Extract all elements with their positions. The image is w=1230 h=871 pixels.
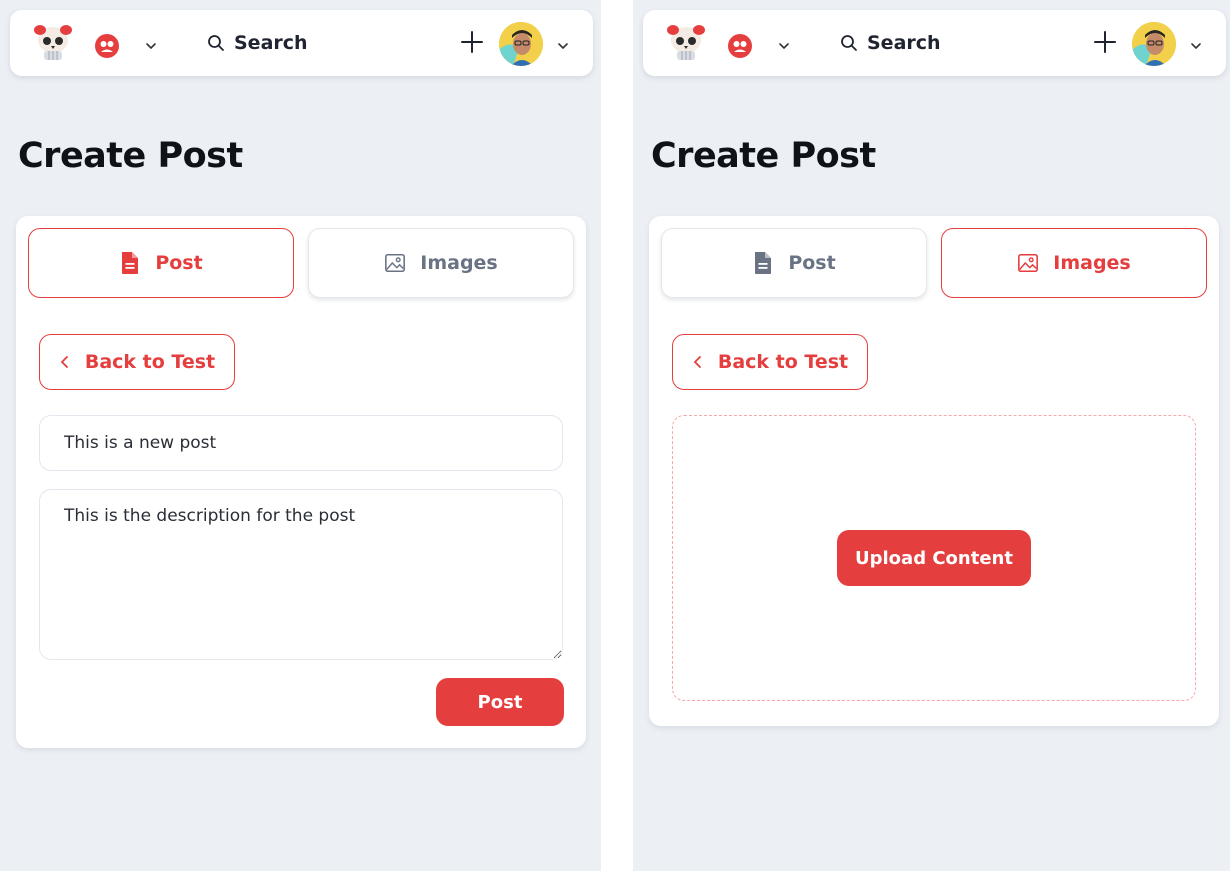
tab-images-label: Images [1053, 252, 1131, 274]
chevron-left-icon [60, 356, 68, 368]
tab-post[interactable]: Post [28, 228, 294, 298]
chevron-down-icon[interactable] [1189, 39, 1203, 53]
post-description-textarea[interactable]: This is the description for the post [39, 489, 563, 660]
search-icon [208, 35, 224, 51]
create-post-card: Post Images Back to Test This is the des… [16, 216, 586, 748]
search-icon [841, 35, 857, 51]
create-post-panel-post-tab: Search Create Post Post Images Back to T… [0, 0, 601, 871]
image-dropzone[interactable]: Upload Content [672, 415, 1196, 701]
community-icon[interactable] [94, 33, 120, 59]
post-submit-button[interactable]: Post [436, 678, 564, 726]
plus-icon[interactable] [1093, 30, 1117, 54]
post-title-input[interactable] [39, 415, 563, 471]
back-button-label: Back to Test [84, 351, 216, 373]
image-icon [385, 253, 406, 273]
chevron-down-icon[interactable] [777, 39, 791, 53]
upload-content-button[interactable]: Upload Content [837, 530, 1031, 586]
document-icon [755, 252, 772, 274]
tab-post-label: Post [788, 252, 836, 274]
chevron-left-icon [693, 356, 701, 368]
back-button-label: Back to Test [717, 351, 849, 373]
tab-post-label: Post [155, 252, 203, 274]
create-post-card: Post Images Back to Test Upload Content [649, 216, 1219, 726]
community-icon[interactable] [727, 33, 753, 59]
image-icon [1018, 253, 1039, 273]
search-button[interactable]: Search [196, 26, 346, 60]
avatar-image [499, 22, 543, 66]
chevron-down-icon[interactable] [144, 39, 158, 53]
tab-images[interactable]: Images [308, 228, 574, 298]
user-avatar[interactable] [1132, 22, 1176, 66]
plus-icon[interactable] [460, 30, 484, 54]
chevron-down-icon[interactable] [556, 39, 570, 53]
document-icon [122, 252, 139, 274]
tab-images[interactable]: Images [941, 228, 1207, 298]
tab-post[interactable]: Post [661, 228, 927, 298]
tab-images-label: Images [420, 252, 498, 274]
search-label: Search [867, 32, 941, 54]
back-to-community-button[interactable]: Back to Test [39, 334, 235, 390]
avatar-image [1132, 22, 1176, 66]
top-navbar: Search [643, 10, 1226, 76]
search-label: Search [234, 32, 308, 54]
user-avatar[interactable] [499, 22, 543, 66]
page-title: Create Post [18, 136, 243, 176]
top-navbar: Search [10, 10, 593, 76]
skull-logo-icon[interactable] [32, 22, 74, 64]
back-to-community-button[interactable]: Back to Test [672, 334, 868, 390]
search-button[interactable]: Search [829, 26, 979, 60]
create-post-panel-images-tab: Search Create Post Post Images Back to T… [633, 0, 1230, 871]
skull-logo-icon[interactable] [665, 22, 707, 64]
page-title: Create Post [651, 136, 876, 176]
